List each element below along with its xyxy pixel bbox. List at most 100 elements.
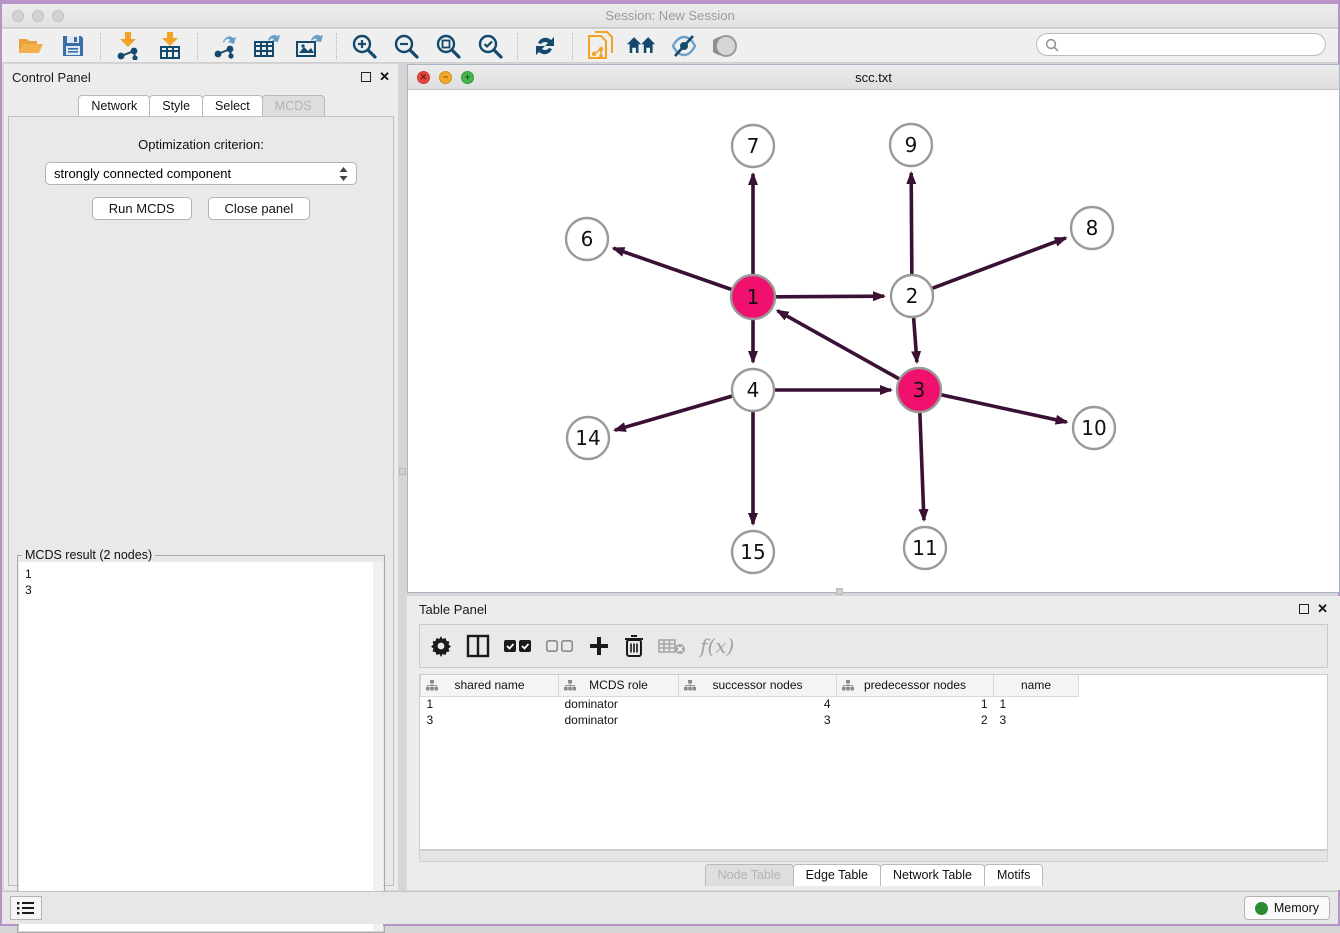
close-table-panel-icon[interactable]: ✕ [1317,604,1328,614]
table-tab-edge-table[interactable]: Edge Table [793,864,881,886]
graph-edge-1-6[interactable] [613,248,732,290]
sphere-icon[interactable] [711,32,741,60]
graph-node-label: 10 [1081,416,1106,440]
mcds-panel: Optimization criterion: strongly connect… [8,116,394,886]
graph-node-label: 1 [747,285,760,309]
optimization-select[interactable]: strongly connected component [45,162,357,185]
table-panel: Table Panel ✕ f(x) shared nameM [407,596,1340,890]
task-history-button[interactable] [10,896,42,920]
delete-table-icon[interactable] [658,631,686,661]
horizontal-splitter-handle[interactable] [836,588,843,595]
table-cell[interactable]: dominator [559,696,679,712]
graph-edge-2-9[interactable] [911,173,912,274]
control-panel: Control Panel ✕ NetworkStyleSelectMCDS O… [4,64,398,890]
export-image-icon[interactable] [294,32,324,60]
hide-panel-icon[interactable] [669,32,699,60]
column-header-successor-nodes[interactable]: successor nodes [679,675,837,696]
zoom-selected-icon[interactable] [475,32,505,60]
import-table-icon[interactable] [155,32,185,60]
toolbar-separator [197,33,198,59]
deselect-all-icon[interactable] [546,631,574,661]
float-panel-icon[interactable] [361,72,371,82]
stepper-icon [339,167,348,181]
control-panel-tabs: NetworkStyleSelectMCDS [4,95,398,117]
network-window-titlebar[interactable]: ✕ − + scc.txt [408,65,1339,90]
table-row[interactable]: 3dominator323 [421,712,1079,728]
save-session-icon[interactable] [58,32,88,60]
float-table-panel-icon[interactable] [1299,604,1309,614]
open-session-icon[interactable] [16,32,46,60]
control-tab-network[interactable]: Network [78,95,150,117]
table-tab-network-table[interactable]: Network Table [880,864,985,886]
close-panel-button[interactable]: Close panel [208,197,311,220]
column-header-MCDS-role[interactable]: MCDS role [559,675,679,696]
network-canvas[interactable]: 7968124314101511 [408,90,1339,592]
node-table[interactable]: shared nameMCDS rolesuccessor nodesprede… [419,674,1328,850]
column-header-predecessor-nodes[interactable]: predecessor nodes [837,675,994,696]
app-title: Session: New Session [2,8,1338,23]
graph-edge-1-2[interactable] [775,296,884,297]
result-scrollbar[interactable] [373,562,383,931]
graph-edge-3-1[interactable] [777,311,899,380]
table-cell[interactable]: 1 [837,696,994,712]
network-from-selection-icon[interactable] [585,32,615,60]
graph-edge-2-8[interactable] [933,238,1066,288]
import-network-icon[interactable] [113,32,143,60]
refresh-icon[interactable] [530,32,560,60]
network-window-title: scc.txt [408,70,1339,85]
graph-node-label: 15 [740,540,765,564]
status-bar: Memory [2,891,1338,924]
control-tab-select[interactable]: Select [202,95,263,117]
memory-label: Memory [1274,901,1319,915]
add-row-icon[interactable] [588,631,610,661]
control-tab-mcds[interactable]: MCDS [262,95,325,117]
home-cybrowser-icon[interactable] [627,32,657,60]
graph-edge-4-14[interactable] [615,396,732,430]
zoom-out-icon[interactable] [391,32,421,60]
table-cell[interactable]: dominator [559,712,679,728]
export-network-icon[interactable] [210,32,240,60]
column-header-name[interactable]: name [994,675,1079,696]
close-panel-icon[interactable]: ✕ [379,72,390,82]
control-panel-title: Control Panel [12,70,361,85]
export-table-icon[interactable] [252,32,282,60]
table-cell[interactable]: 2 [837,712,994,728]
table-cell[interactable]: 3 [679,712,837,728]
table-cell[interactable]: 4 [679,696,837,712]
table-tab-motifs[interactable]: Motifs [984,864,1043,886]
memory-button[interactable]: Memory [1244,896,1330,920]
graph-node-label: 14 [575,426,600,450]
search-input[interactable] [1036,33,1326,56]
function-builder-icon[interactable]: f(x) [700,631,734,661]
table-cell[interactable]: 1 [421,696,559,712]
graph-node-label: 9 [905,133,918,157]
run-mcds-button[interactable]: Run MCDS [92,197,192,220]
result-line: 1 [25,566,377,582]
result-line: 3 [25,582,377,598]
vertical-splitter-handle[interactable] [399,468,406,475]
table-footer-strip [419,850,1328,862]
toolbar-separator [336,33,337,59]
table-row[interactable]: 1dominator411 [421,696,1079,712]
settings-gear-icon[interactable] [430,631,452,661]
select-all-icon[interactable] [504,631,532,661]
graph-node-label: 3 [913,378,926,402]
table-tab-node-table[interactable]: Node Table [705,864,794,886]
table-cell[interactable]: 3 [421,712,559,728]
search-icon [1045,38,1059,52]
delete-row-icon[interactable] [624,631,644,661]
table-cell[interactable]: 1 [994,696,1079,712]
list-icon [17,901,35,915]
column-header-shared-name[interactable]: shared name [421,675,559,696]
zoom-fit-icon[interactable] [433,32,463,60]
table-cell[interactable]: 3 [994,712,1079,728]
control-tab-style[interactable]: Style [149,95,203,117]
toggle-columns-icon[interactable] [466,631,490,661]
zoom-in-icon[interactable] [349,32,379,60]
graph-edge-2-3[interactable] [914,318,917,362]
mcds-result-text[interactable]: 13 [19,562,383,931]
graph-node-label: 11 [912,536,937,560]
graph-node-label: 2 [906,284,919,308]
graph-edge-3-10[interactable] [940,395,1066,422]
graph-edge-3-11[interactable] [920,412,924,520]
